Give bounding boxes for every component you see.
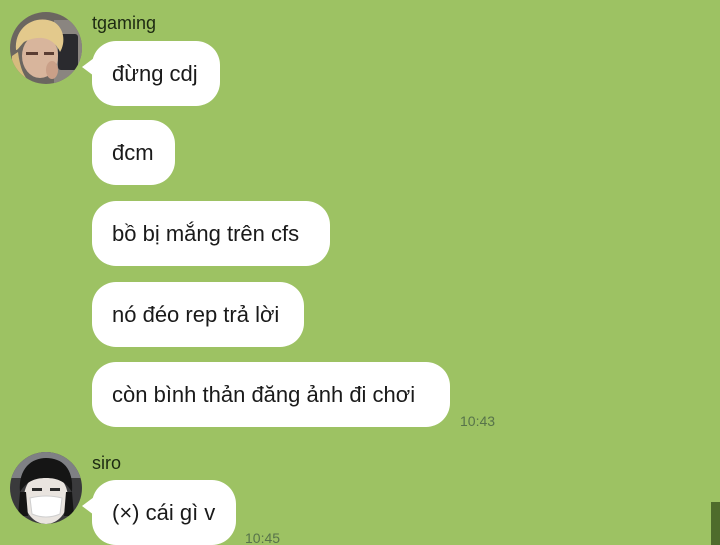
sender-avatar-tgaming[interactable] <box>10 12 82 84</box>
message-timestamp: 10:43 <box>460 413 496 429</box>
message-timestamp: 10:45 <box>245 530 281 545</box>
message-bubble[interactable]: nó đéo rep trả lời <box>92 282 304 347</box>
masked-person-avatar-icon <box>10 452 82 524</box>
scrollbar-edge[interactable] <box>711 502 720 545</box>
message-bubble[interactable]: (×) cái gì v <box>92 480 236 545</box>
sender-name: siro <box>92 453 122 473</box>
message-bubble[interactable]: còn bình thản đăng ảnh đi chơi <box>92 362 450 427</box>
blond-person-avatar-icon <box>10 12 82 84</box>
message-bubble[interactable]: bồ bị mắng trên cfs <box>92 201 330 266</box>
sender-name: tgaming <box>92 13 157 33</box>
message-bubble[interactable]: đừng cdj <box>92 41 220 106</box>
message-bubble[interactable]: đcm <box>92 120 175 185</box>
sender-avatar-siro[interactable] <box>10 452 82 524</box>
